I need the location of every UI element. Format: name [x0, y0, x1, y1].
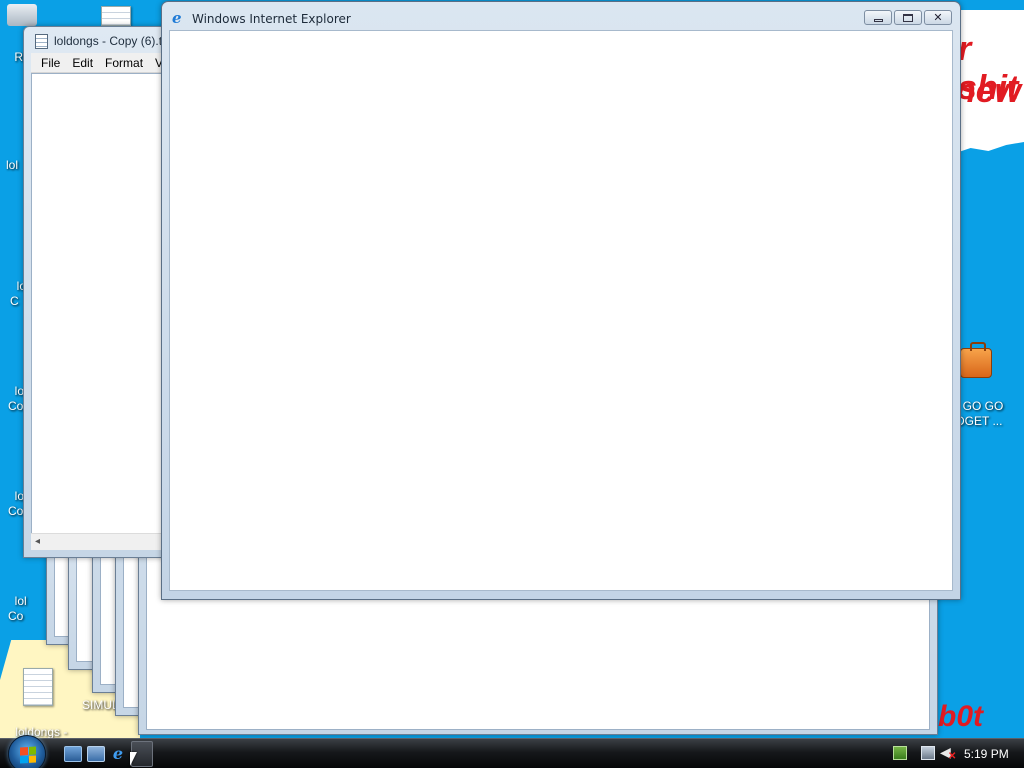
desktop-icon-label: GO GO DGET ... — [956, 399, 1004, 428]
close-icon: ✕ — [933, 11, 943, 24]
start-button[interactable] — [8, 735, 46, 768]
desktop-icon-label: SIMUL — [82, 698, 119, 712]
notepad-window[interactable]: loldongs - Copy (6).txt File Edit Format… — [23, 26, 173, 558]
minimize-icon — [873, 18, 883, 22]
mouse-cursor-icon — [130, 752, 137, 766]
ie-content-area[interactable] — [169, 30, 953, 591]
ie-window[interactable]: e Windows Internet Explorer ✕ — [161, 1, 961, 600]
menu-edit[interactable]: Edit — [66, 56, 99, 70]
desktop-icon-loldongs-copy-4[interactable]: lol Co — [8, 579, 28, 624]
volume-muted-icon: ✕ — [948, 751, 957, 762]
desktop-icon-label: lol — [6, 158, 19, 172]
document-icon — [101, 6, 131, 26]
network-disconnected-icon[interactable] — [921, 746, 935, 760]
restore-button[interactable] — [894, 10, 922, 25]
briefcase-icon — [960, 342, 992, 378]
quicklaunch-ie-icon[interactable]: e — [109, 746, 127, 762]
desktop-icon-gadget[interactable]: GO GO DGET ... — [956, 318, 1012, 429]
system-clock[interactable]: 5:19 PM — [964, 747, 1009, 761]
network-icon[interactable] — [893, 746, 907, 760]
notepad-title: loldongs - Copy (6).txt — [54, 34, 172, 48]
notepad-text-area[interactable] — [31, 73, 165, 550]
recycle-bin-icon — [7, 4, 37, 26]
close-button[interactable]: ✕ — [924, 10, 952, 25]
notepad-menubar: File Edit Format V — [31, 53, 172, 73]
text-file-icon — [23, 668, 53, 706]
wallpaper-signature: b0t — [938, 700, 983, 733]
restore-icon — [903, 13, 913, 22]
show-desktop-icon[interactable] — [64, 746, 82, 762]
windows-logo-icon — [20, 746, 36, 764]
minimize-button[interactable] — [864, 10, 892, 25]
scroll-left-arrow-icon[interactable]: ◂ — [35, 536, 40, 547]
switch-windows-icon[interactable] — [87, 746, 105, 762]
desktop-icon-label: lol Co — [8, 594, 27, 623]
caption-buttons: ✕ — [864, 10, 952, 25]
notepad-icon — [35, 34, 48, 49]
menu-file[interactable]: File — [35, 56, 66, 70]
menu-format[interactable]: Format — [99, 56, 149, 70]
wallpaper-text-line2: new — [955, 72, 1022, 110]
horizontal-scrollbar[interactable]: ◂ — [31, 533, 172, 550]
taskbar: e ◀ ✕ 5:19 PM — [0, 735, 1024, 768]
ie-window-title: Windows Internet Explorer — [192, 12, 351, 26]
ie-logo-icon: e — [172, 9, 182, 27]
